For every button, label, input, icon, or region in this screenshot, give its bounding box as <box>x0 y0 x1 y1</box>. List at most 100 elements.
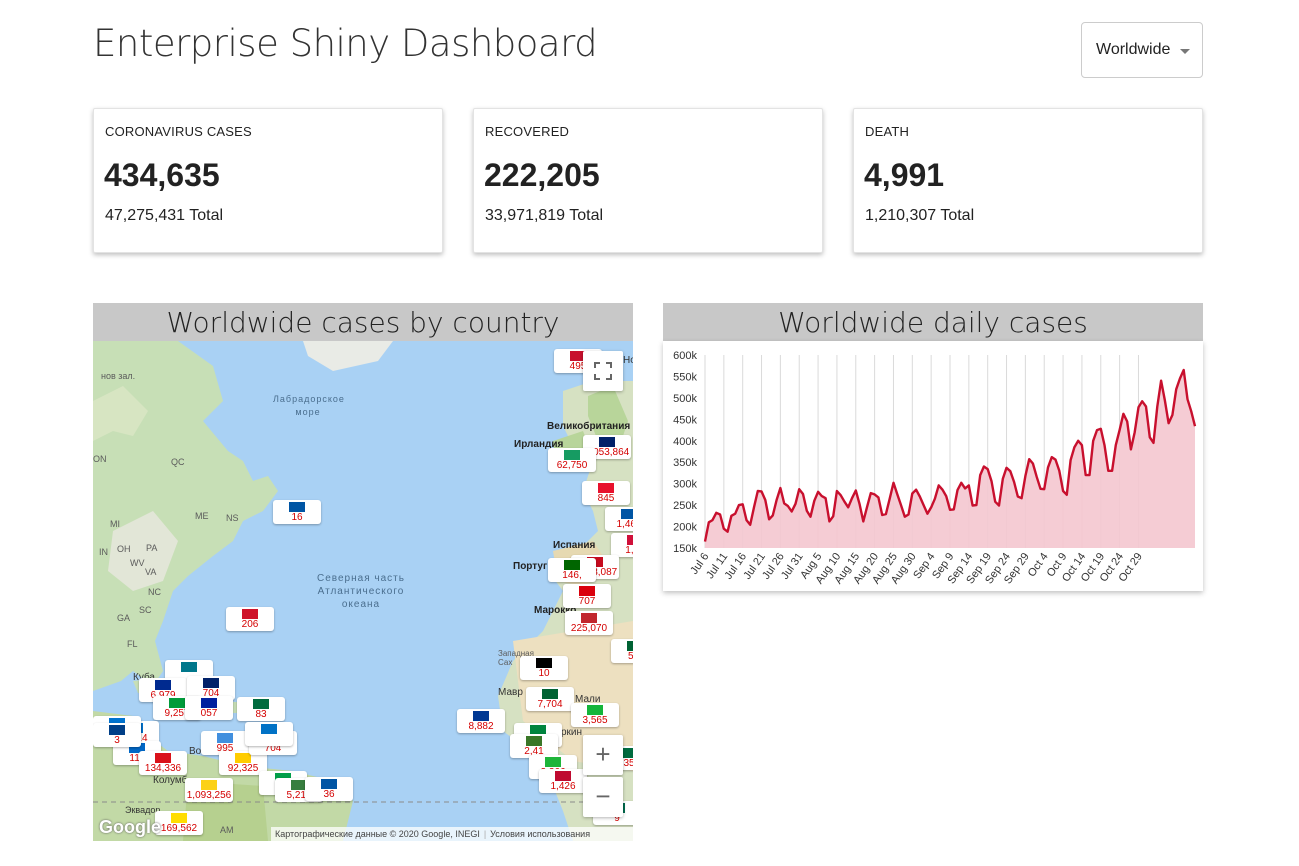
flag-icon <box>598 483 614 493</box>
region-select[interactable]: Worldwide <box>1081 22 1203 78</box>
chart-title: Worldwide daily cases <box>663 303 1203 341</box>
marker-count: 206 <box>241 619 259 630</box>
flag-icon <box>545 757 561 767</box>
flag-icon <box>579 586 595 596</box>
map-label-mauritania: Мавр <box>498 687 523 698</box>
y-tick-label: 550k <box>673 371 697 383</box>
marker-count: 225,070 <box>570 623 608 634</box>
map-attribution: Картографические данные © 2020 Google, I… <box>271 827 633 841</box>
map-marker-portugal[interactable]: 146, <box>548 558 596 582</box>
recovered-label: RECOVERED <box>485 124 570 139</box>
y-tick-label: 250k <box>673 500 697 512</box>
zoom-in-button[interactable]: + <box>583 735 623 775</box>
cases-value: 434,635 <box>104 157 220 193</box>
flag-icon <box>181 662 197 672</box>
map-marker-algeria[interactable]: 58, <box>611 639 633 663</box>
zoom-out-button[interactable]: − <box>583 777 623 817</box>
map-label-burkina: ркин <box>561 727 583 738</box>
map-marker-dominica[interactable]: 83 <box>237 697 285 721</box>
death-value: 4,991 <box>864 157 945 193</box>
map-marker-haiti[interactable]: 057 <box>185 696 233 720</box>
map-label-fl: FL <box>127 639 138 649</box>
flag-icon <box>564 450 580 460</box>
flag-icon <box>155 753 171 763</box>
map-label-va: VA <box>145 567 157 577</box>
map-marker-colombia[interactable]: 1,093,256 <box>185 778 233 802</box>
map-marker-morocco[interactable]: 225,070 <box>565 611 613 635</box>
flag-icon <box>155 680 171 690</box>
cases-label: CORONAVIRUS CASES <box>105 124 252 139</box>
chevron-down-icon <box>1180 49 1190 54</box>
map-marker-gibraltar[interactable]: 707 <box>563 584 611 608</box>
marker-count: 8,882 <box>468 721 494 732</box>
marker-count: 1,426 <box>550 781 576 792</box>
world-map[interactable]: нов зал. Лабрадорское море Северная част… <box>93 341 633 841</box>
map-marker-panama[interactable]: 134,336 <box>139 751 187 775</box>
fullscreen-button[interactable] <box>583 351 623 391</box>
marker-count: 36 <box>323 789 335 800</box>
marker-count: 62,750 <box>556 460 588 471</box>
map-marker-ecuador[interactable]: 169,562 <box>155 811 203 835</box>
map-title: Worldwide cases by country <box>93 303 633 341</box>
y-tick-label: 450k <box>673 414 697 426</box>
fullscreen-icon <box>594 362 612 380</box>
map-label-portugal: Португ <box>513 561 548 572</box>
flag-icon <box>289 502 305 512</box>
death-total: 1,210,307 Total <box>865 207 975 224</box>
daily-cases-chart: 150k 200k 250k 300k 350k 400k 450k 500k 550k 600k… <box>663 341 1203 591</box>
flag-icon <box>201 698 217 708</box>
map-label-bo: Bo <box>189 746 202 757</box>
map-label-sc: SC <box>139 605 152 615</box>
map-marker-stvincent[interactable] <box>245 722 293 746</box>
map-label-labrador: Лабрадорское море <box>273 394 345 417</box>
map-marker-capeverde[interactable]: 8,882 <box>457 709 505 733</box>
map-marker-liberia[interactable]: 1,426 <box>539 769 587 793</box>
flag-icon <box>555 771 571 781</box>
cases-total: 47,275,431 Total <box>105 207 224 224</box>
map-marker-belize[interactable]: 3 <box>93 723 141 747</box>
map-label-ga: GA <box>117 613 131 623</box>
flag-icon <box>242 609 258 619</box>
flag-icon <box>599 437 615 447</box>
flag-icon <box>217 733 233 743</box>
map-label-ocean: Северная часть Атлантического океана <box>317 573 405 610</box>
marker-count: 16 <box>291 512 303 523</box>
marker-count: 10 <box>538 668 550 679</box>
marker-count: 7,704 <box>537 699 563 710</box>
map-marker-mauritania[interactable]: 7,704 <box>526 687 574 711</box>
region-select-value: Worldwide <box>1096 41 1171 58</box>
map-marker-wsahara[interactable]: 10 <box>520 656 568 680</box>
death-card: DEATH 4,991 1,210,307 Total <box>853 108 1203 253</box>
flag-icon <box>261 724 277 734</box>
y-tick-label: 150k <box>673 543 697 555</box>
map-marker-ireland[interactable]: 62,750 <box>548 448 596 472</box>
map-marker-andorra[interactable]: 1,88 <box>611 533 633 557</box>
flag-icon <box>169 698 185 708</box>
flag-icon <box>203 678 219 688</box>
map-marker-bermuda[interactable]: 206 <box>226 607 274 631</box>
terms-link[interactable]: Условия использования <box>490 829 590 839</box>
flag-icon <box>201 780 217 790</box>
map-marker-fguiana[interactable]: 36 <box>305 777 353 801</box>
map-marker-spm[interactable]: 16 <box>273 500 321 524</box>
marker-count: 3 <box>114 735 120 746</box>
google-logo: Google <box>99 817 161 837</box>
marker-count: 83 <box>255 709 267 720</box>
recovered-total: 33,971,819 Total <box>485 207 604 224</box>
map-label-qc: QC <box>171 457 185 467</box>
daily-cases-chart-svg: 150k 200k 250k 300k 350k 400k 450k 500k 550k 600k… <box>673 350 1197 586</box>
map-label-norway: Но <box>623 355 633 366</box>
death-label: DEATH <box>865 124 910 139</box>
flag-icon <box>542 689 558 699</box>
marker-count: 1,093,256 <box>186 790 232 801</box>
map-label-spain: Испания <box>553 540 596 551</box>
map-label-colombia: Колумб <box>153 775 188 786</box>
y-tick-label: 200k <box>673 522 697 534</box>
flag-icon <box>473 711 489 721</box>
map-data-credit: Картографические данные © 2020 Google, I… <box>275 829 480 839</box>
map-marker-jersey[interactable]: 845 <box>582 481 630 505</box>
map-marker-mali[interactable]: 3,565 <box>571 703 619 727</box>
map-marker-france[interactable]: 1,466 <box>605 507 633 531</box>
y-tick-label: 400k <box>673 436 697 448</box>
flag-icon <box>621 509 633 519</box>
